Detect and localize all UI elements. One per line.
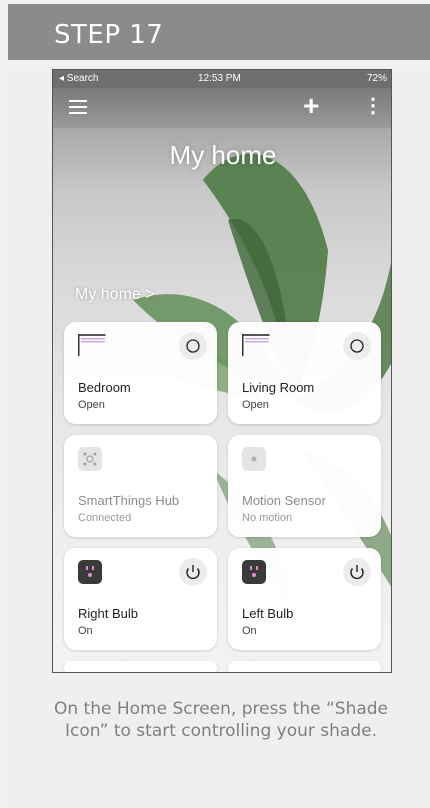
hamburger-menu-icon[interactable] (69, 100, 87, 114)
shade-icon[interactable] (242, 334, 270, 356)
home-title: My home (169, 140, 277, 170)
tile-status: No motion (242, 512, 293, 524)
tile-status: On (242, 625, 257, 637)
motion-sensor-icon (242, 447, 266, 471)
circle-button-icon[interactable] (179, 332, 207, 360)
status-bar: ◂ Search 12:53 PM 72% (53, 70, 391, 88)
status-back-to-search[interactable]: ◂ Search (59, 73, 98, 84)
tile-status: On (78, 625, 93, 637)
status-battery: 72% (366, 73, 387, 84)
tile-name: Bedroom (78, 380, 131, 395)
more-vertical-icon[interactable]: ⋮ (363, 96, 383, 116)
tile-name: SmartThings Hub (78, 493, 180, 508)
hub-icon (78, 447, 102, 471)
device-tile-left-bulb[interactable]: Left Bulb On (228, 548, 381, 650)
tile-name: Right Bulb (78, 606, 138, 621)
tile-name: Living Room (242, 380, 315, 395)
caption-line-1: On the Home Screen, press the “Shade (53, 699, 389, 719)
tile-name: Motion Sensor (242, 493, 326, 508)
step-title: STEP 17 (54, 20, 164, 50)
plug-icon (78, 560, 102, 584)
shade-icon[interactable] (78, 334, 106, 356)
power-icon[interactable] (179, 558, 207, 586)
plug-icon (242, 560, 266, 584)
tile-name: Left Bulb (242, 606, 294, 621)
plus-icon[interactable]: + (303, 92, 319, 120)
tile-status: Open (242, 399, 269, 411)
status-time: 12:53 PM (198, 73, 241, 84)
device-tile-right-bulb[interactable]: Right Bulb On (64, 548, 217, 650)
instruction-caption: On the Home Screen, press the “Shade Ico… (12, 698, 430, 742)
home-breadcrumb[interactable]: My home > (75, 286, 155, 304)
device-tile-bedroom[interactable]: Bedroom Open (64, 322, 217, 424)
device-tile-partial[interactable] (64, 661, 217, 672)
app-top-bar: + ⋮ (53, 88, 391, 128)
device-tile-living-room[interactable]: Living Room Open (228, 322, 381, 424)
step-header: STEP 17 (8, 4, 430, 60)
tile-status: Open (78, 399, 105, 411)
circle-button-icon[interactable] (343, 332, 371, 360)
caption-line-2: Icon” to start controlling your shade. (65, 721, 377, 741)
power-icon[interactable] (343, 558, 371, 586)
device-tile-partial[interactable] (228, 661, 381, 672)
device-tile-smartthings-hub[interactable]: SmartThings Hub Connected (64, 435, 217, 537)
device-tile-motion-sensor[interactable]: Motion Sensor No motion (228, 435, 381, 537)
phone-screenshot: ◂ Search 12:53 PM 72% + ⋮ My home My hom… (52, 69, 392, 673)
tile-status: Connected (78, 512, 132, 524)
